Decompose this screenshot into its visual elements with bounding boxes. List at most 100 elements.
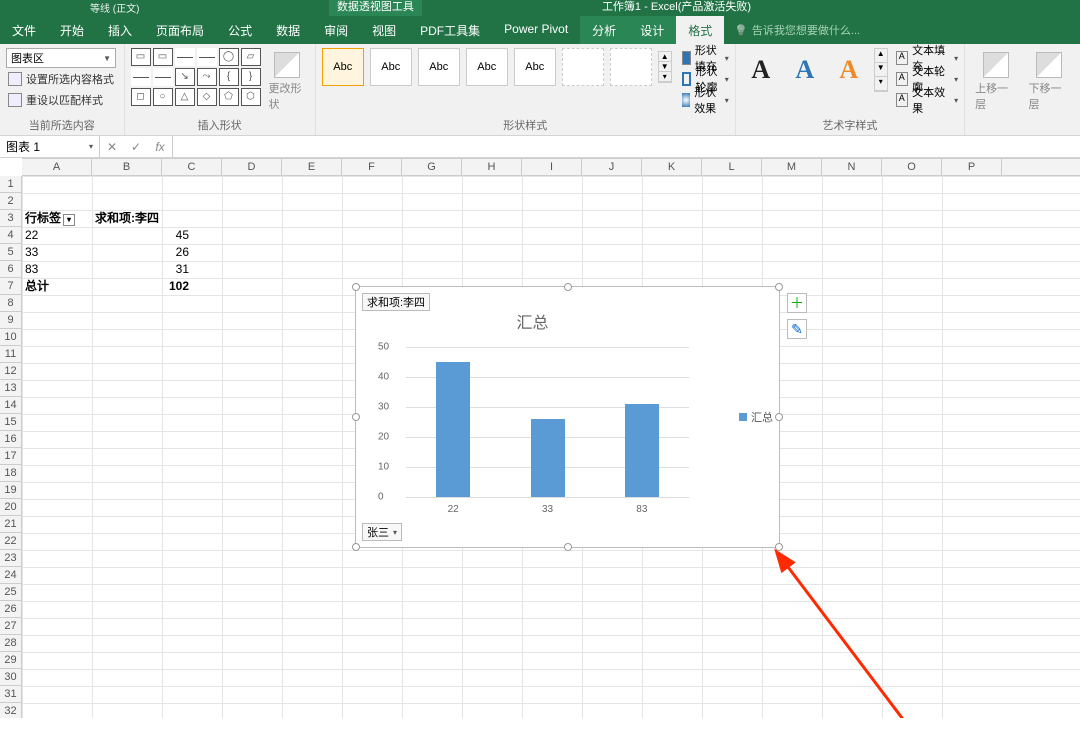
cancel-formula-button[interactable]: ✕ <box>100 140 124 154</box>
tab-format[interactable]: 格式 <box>676 16 724 44</box>
col-header-I[interactable]: I <box>522 159 582 175</box>
name-box[interactable]: 图表 1 ▾ <box>0 136 100 157</box>
col-header-E[interactable]: E <box>282 159 342 175</box>
resize-handle[interactable] <box>352 543 360 551</box>
pivot-row-2-val[interactable]: 26 <box>92 244 192 261</box>
row-header-8[interactable]: 8 <box>0 295 21 312</box>
pivot-row-3-key[interactable]: 83 <box>22 261 92 278</box>
pivot-value-header[interactable]: 求和项:李四 <box>92 210 192 227</box>
row-header-23[interactable]: 23 <box>0 550 21 567</box>
chart-plot-area[interactable]: 01020304050223383 <box>406 347 689 497</box>
row-header-24[interactable]: 24 <box>0 567 21 584</box>
tab-view[interactable]: 视图 <box>360 16 408 44</box>
chart-styles-button[interactable]: ✎ <box>787 319 807 339</box>
pivot-row-3-val[interactable]: 31 <box>92 261 192 278</box>
reset-to-match-style-button[interactable]: 重设以匹配样式 <box>6 90 116 110</box>
col-header-F[interactable]: F <box>342 159 402 175</box>
row-header-7[interactable]: 7 <box>0 278 21 295</box>
row-header-16[interactable]: 16 <box>0 431 21 448</box>
row-header-11[interactable]: 11 <box>0 346 21 363</box>
row-header-13[interactable]: 13 <box>0 380 21 397</box>
insert-function-button[interactable]: fx <box>148 140 172 154</box>
filter-dropdown-icon[interactable]: ▾ <box>63 214 75 226</box>
tab-page-layout[interactable]: 页面布局 <box>144 16 216 44</box>
col-header-P[interactable]: P <box>942 159 1002 175</box>
chart-bar[interactable] <box>436 362 470 497</box>
column-headers[interactable]: ABCDEFGHIJKLMNOP <box>22 158 1080 176</box>
chart-axis-field-button[interactable]: 张三▾ <box>362 523 402 541</box>
row-header-26[interactable]: 26 <box>0 601 21 618</box>
col-header-A[interactable]: A <box>22 159 92 175</box>
chart-title[interactable]: 汇总 <box>356 309 709 333</box>
format-selection-button[interactable]: 设置所选内容格式 <box>6 69 116 89</box>
tab-design[interactable]: 设计 <box>628 16 676 44</box>
shape-style-3[interactable]: Abc <box>418 48 460 86</box>
formula-input[interactable] <box>173 136 1080 157</box>
row-header-9[interactable]: 9 <box>0 312 21 329</box>
resize-handle[interactable] <box>775 413 783 421</box>
row-header-27[interactable]: 27 <box>0 618 21 635</box>
shape-gallery[interactable]: ▭▭◯▱ ↘⤳{} ◻○△◇⬠⬡ <box>131 48 261 106</box>
tab-file[interactable]: 文件 <box>0 16 48 44</box>
resize-handle[interactable] <box>564 543 572 551</box>
tell-me-search[interactable]: 告诉我您想要做什么... <box>724 16 870 44</box>
resize-handle[interactable] <box>352 413 360 421</box>
shape-style-1[interactable]: Abc <box>322 48 364 86</box>
row-header-29[interactable]: 29 <box>0 652 21 669</box>
shape-style-7[interactable] <box>610 48 652 86</box>
tab-analyze[interactable]: 分析 <box>580 16 628 44</box>
worksheet-grid[interactable]: ABCDEFGHIJKLMNOP 12345678910111213141516… <box>0 158 1080 718</box>
col-header-M[interactable]: M <box>762 159 822 175</box>
pivot-row-label-header[interactable]: 行标签▾ <box>22 210 92 227</box>
row-header-2[interactable]: 2 <box>0 193 21 210</box>
row-header-25[interactable]: 25 <box>0 584 21 601</box>
shape-style-more[interactable]: ▲▼▾ <box>658 51 672 83</box>
pivot-row-1-val[interactable]: 45 <box>92 227 192 244</box>
resize-handle[interactable] <box>564 283 572 291</box>
wordart-style-2[interactable]: A <box>786 48 824 92</box>
tab-insert[interactable]: 插入 <box>96 16 144 44</box>
col-header-N[interactable]: N <box>822 159 882 175</box>
wordart-style-1[interactable]: A <box>742 48 780 92</box>
change-shape-button[interactable]: 更改形状 <box>265 48 309 112</box>
col-header-H[interactable]: H <box>462 159 522 175</box>
row-header-3[interactable]: 3 <box>0 210 21 227</box>
col-header-K[interactable]: K <box>642 159 702 175</box>
col-header-J[interactable]: J <box>582 159 642 175</box>
wordart-style-3[interactable]: A <box>830 48 868 92</box>
shape-effects-button[interactable]: 形状效果▾ <box>682 90 729 110</box>
col-header-C[interactable]: C <box>162 159 222 175</box>
tab-formulas[interactable]: 公式 <box>216 16 264 44</box>
row-header-15[interactable]: 15 <box>0 414 21 431</box>
text-effects-button[interactable]: 文本效果▾ <box>896 90 958 110</box>
row-header-31[interactable]: 31 <box>0 686 21 703</box>
resize-handle[interactable] <box>775 283 783 291</box>
pivot-row-1-key[interactable]: 22 <box>22 227 92 244</box>
col-header-L[interactable]: L <box>702 159 762 175</box>
row-header-32[interactable]: 32 <box>0 703 21 718</box>
tab-powerpivot[interactable]: Power Pivot <box>492 16 580 44</box>
row-header-5[interactable]: 5 <box>0 244 21 261</box>
shape-style-5[interactable]: Abc <box>514 48 556 86</box>
wordart-gallery[interactable]: A A A ▲▼▾ <box>742 48 888 92</box>
row-header-20[interactable]: 20 <box>0 499 21 516</box>
pivot-total-label[interactable]: 总计 <box>22 278 92 295</box>
col-header-B[interactable]: B <box>92 159 162 175</box>
col-header-O[interactable]: O <box>882 159 942 175</box>
tab-review[interactable]: 审阅 <box>312 16 360 44</box>
pivot-row-2-key[interactable]: 33 <box>22 244 92 261</box>
pivot-total-val[interactable]: 102 <box>92 278 192 295</box>
row-header-1[interactable]: 1 <box>0 176 21 193</box>
resize-handle[interactable] <box>775 543 783 551</box>
shape-style-2[interactable]: Abc <box>370 48 412 86</box>
chart-element-combo[interactable]: 图表区 ▼ <box>6 48 116 68</box>
row-header-22[interactable]: 22 <box>0 533 21 550</box>
row-header-12[interactable]: 12 <box>0 363 21 380</box>
row-header-17[interactable]: 17 <box>0 448 21 465</box>
resize-handle[interactable] <box>352 283 360 291</box>
row-header-14[interactable]: 14 <box>0 397 21 414</box>
row-header-19[interactable]: 19 <box>0 482 21 499</box>
row-header-21[interactable]: 21 <box>0 516 21 533</box>
chart-elements-button[interactable]: ＋ <box>787 293 807 313</box>
col-header-D[interactable]: D <box>222 159 282 175</box>
